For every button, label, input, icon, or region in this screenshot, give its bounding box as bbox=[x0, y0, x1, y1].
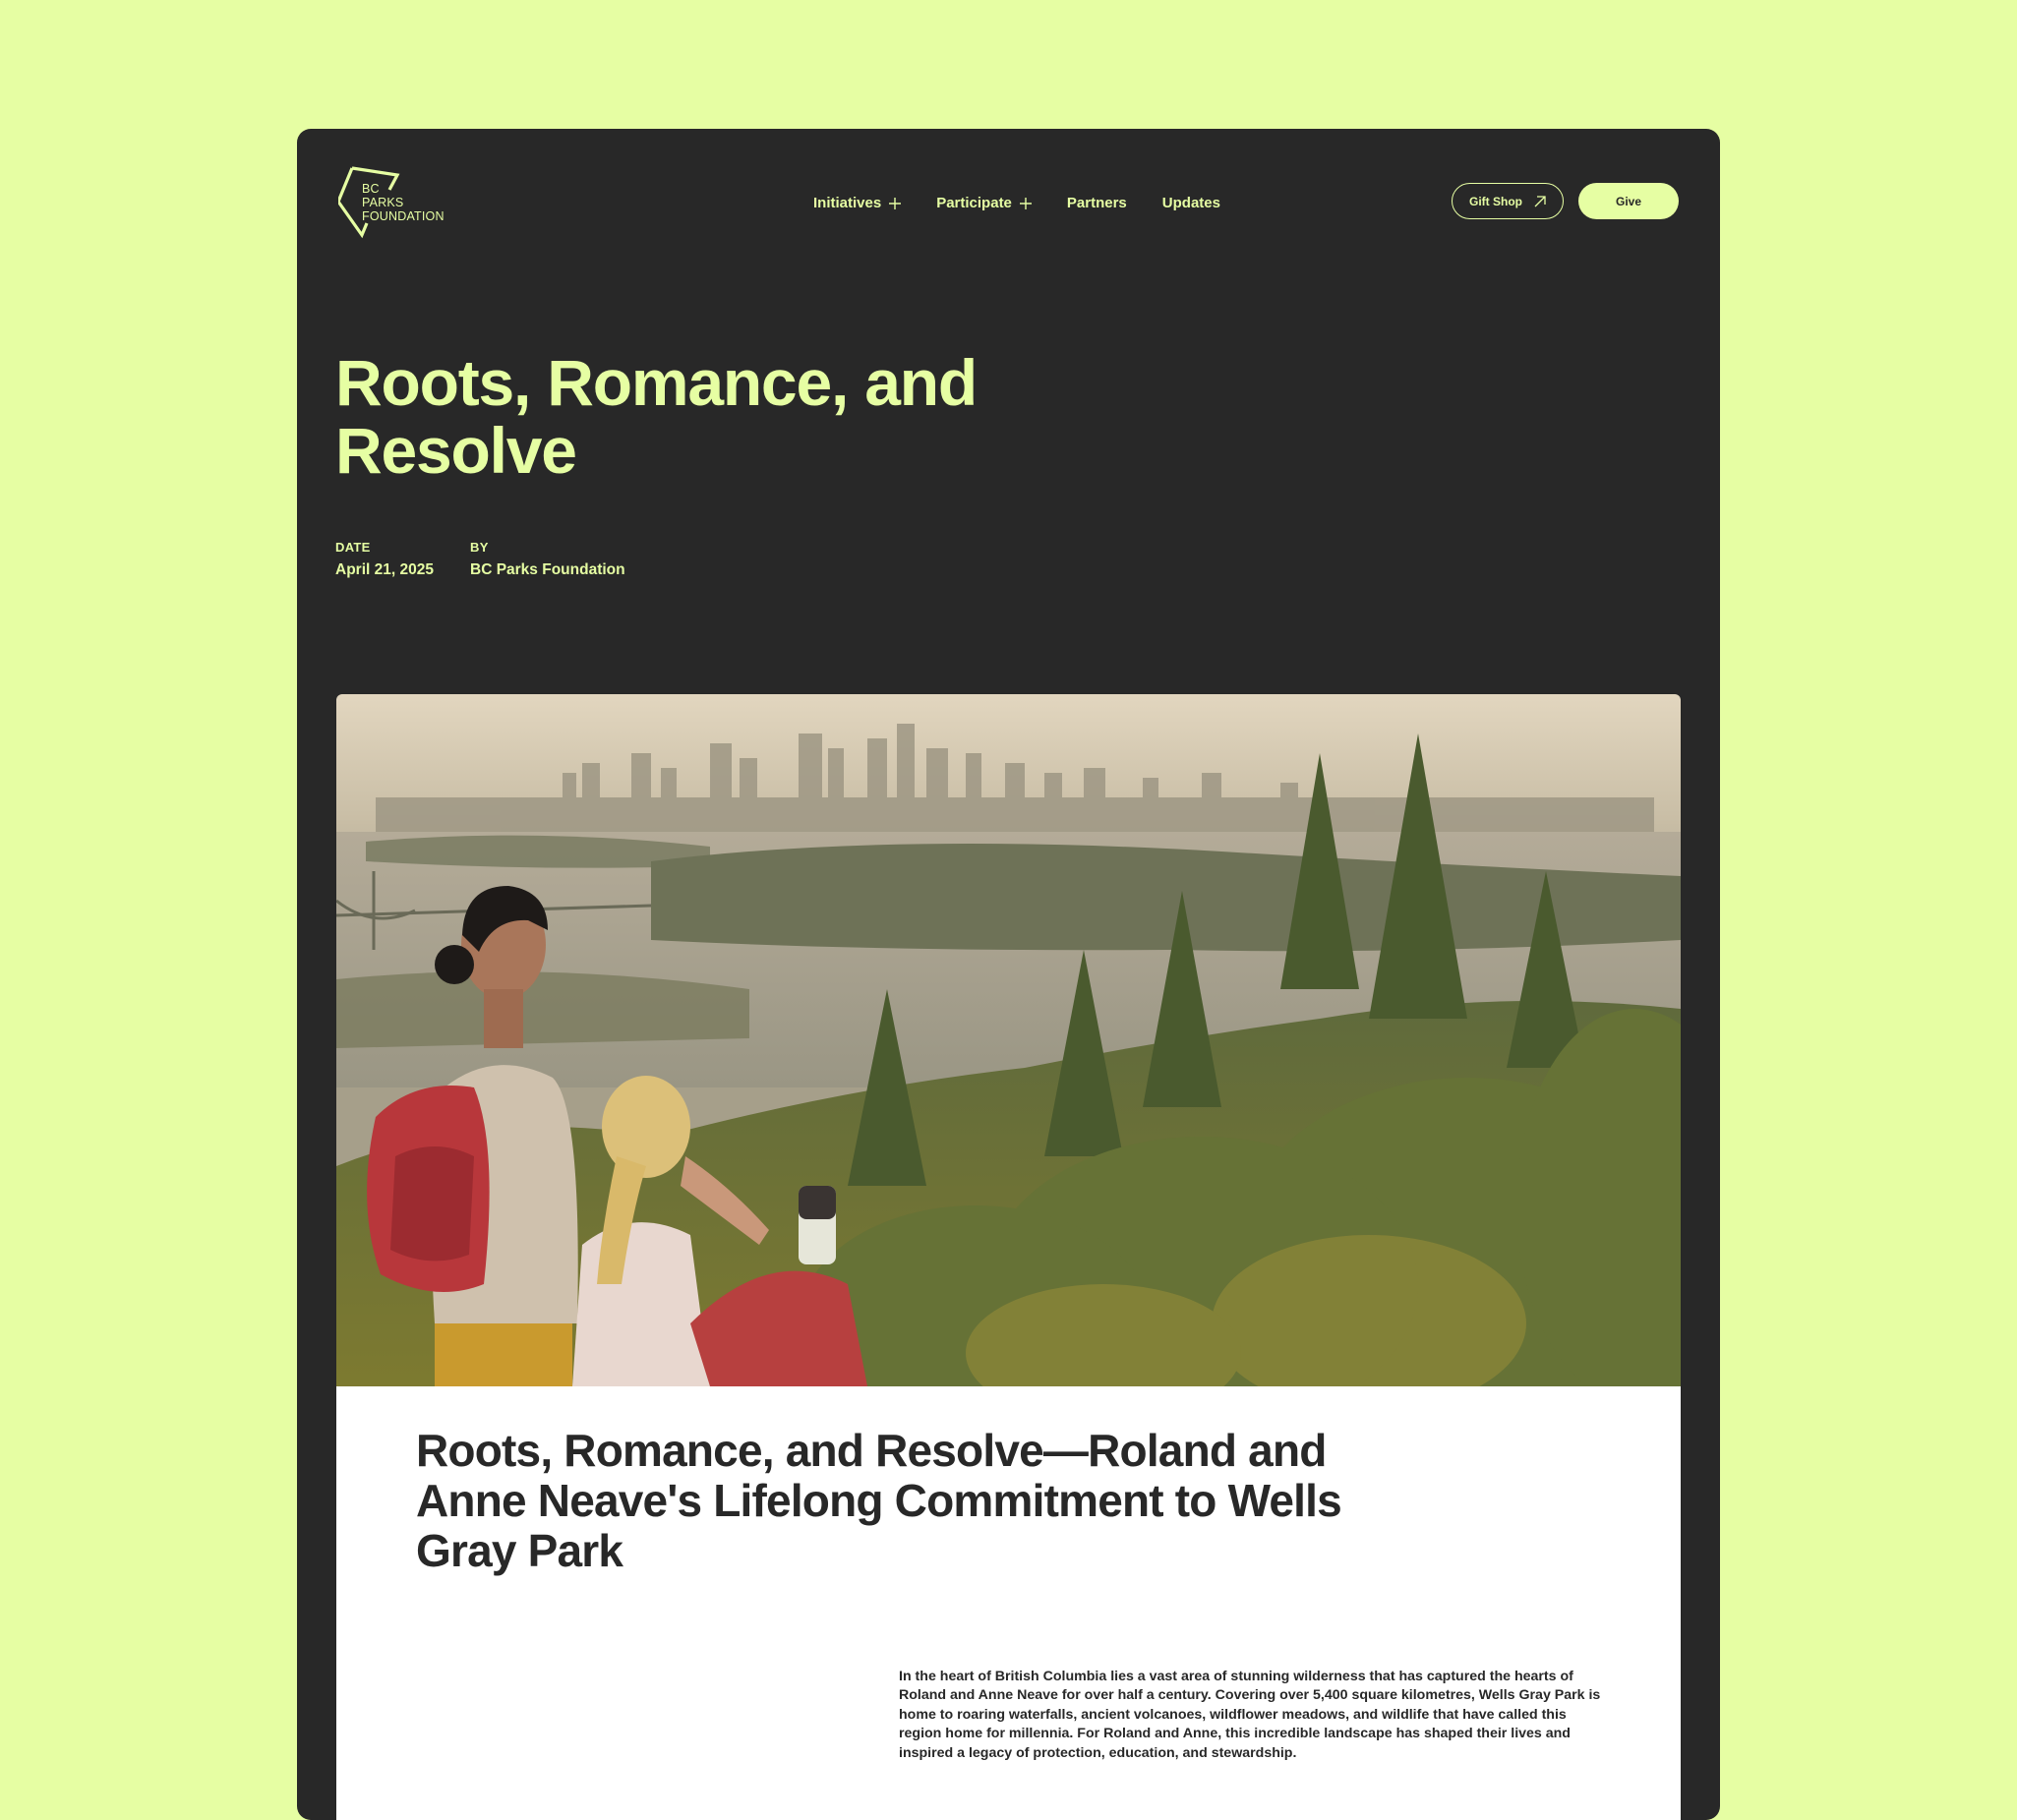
hero-image bbox=[336, 694, 1681, 1386]
nav-item-label: Partners bbox=[1066, 195, 1127, 211]
bc-parks-foundation-logo[interactable]: BC PARKS FOUNDATION bbox=[338, 166, 461, 239]
nav-item-label: Updates bbox=[1161, 195, 1220, 211]
nav-item-partners[interactable]: Partners bbox=[1067, 195, 1127, 211]
article-content: Roots, Romance, and Resolve—Roland and A… bbox=[336, 1386, 1681, 1820]
meta-author: BY BC Parks Foundation bbox=[470, 540, 625, 579]
nav-item-label: Initiatives bbox=[813, 195, 882, 211]
author-value: BC Parks Foundation bbox=[470, 561, 625, 578]
meta-date: DATE April 21, 2025 bbox=[335, 540, 434, 579]
external-arrow-icon bbox=[1534, 195, 1546, 206]
nav-item-label: Participate bbox=[936, 195, 1012, 211]
give-button[interactable]: Give bbox=[1578, 183, 1679, 219]
give-label: Give bbox=[1615, 194, 1641, 208]
plus-icon bbox=[889, 197, 902, 209]
hikers-overlooking-city-image bbox=[336, 694, 1681, 1386]
article-body: In the heart of British Columbia lies a … bbox=[899, 1669, 1601, 1761]
main-nav: Initiatives Participate Partners Updates bbox=[813, 195, 1220, 211]
page-frame: BC PARKS FOUNDATION Initiatives Particip… bbox=[297, 129, 1720, 1820]
nav-item-participate[interactable]: Participate bbox=[936, 195, 1032, 211]
page-title: Roots, Romance, and Resolve bbox=[335, 346, 978, 487]
date-value: April 21, 2025 bbox=[335, 561, 434, 578]
nav-item-initiatives[interactable]: Initiatives bbox=[813, 195, 902, 211]
logo-wordmark: BC PARKS FOUNDATION bbox=[362, 182, 445, 223]
gift-shop-label: Gift Shop bbox=[1469, 194, 1522, 208]
by-label: BY bbox=[470, 540, 489, 555]
plus-icon bbox=[1019, 197, 1032, 209]
date-label: DATE bbox=[335, 540, 371, 555]
gift-shop-button[interactable]: Gift Shop bbox=[1452, 183, 1564, 219]
nav-item-updates[interactable]: Updates bbox=[1162, 195, 1220, 211]
article-title: Roots, Romance, and Resolve—Roland and A… bbox=[416, 1425, 1342, 1576]
